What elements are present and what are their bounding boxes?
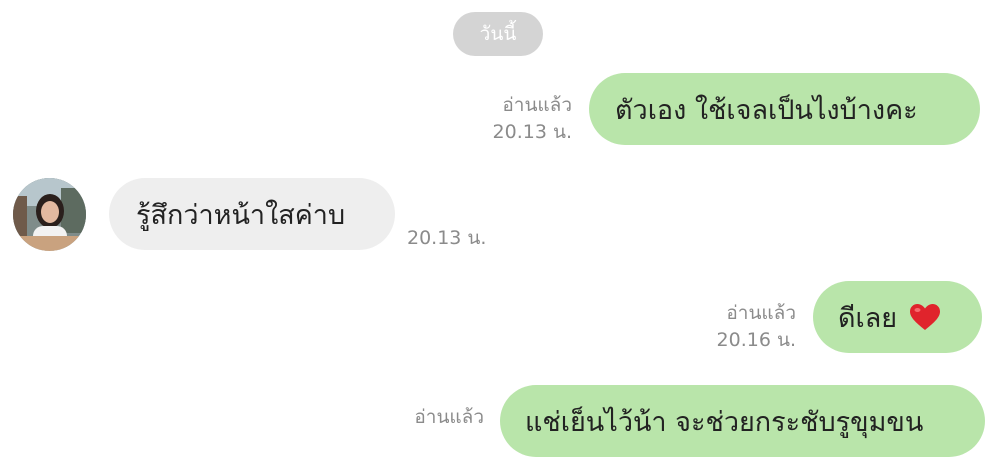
avatar-photo [13, 178, 86, 251]
message-meta: อ่านแล้ว 20.13 น. [482, 92, 572, 146]
message-time: 20.13 น. [407, 227, 487, 249]
read-receipt: อ่านแล้ว [502, 94, 572, 116]
message-meta: อ่านแล้ว 20.16 น. [706, 300, 796, 354]
outgoing-message[interactable]: ตัวเอง ใช้เจลเป็นไงบ้างคะ [589, 73, 980, 145]
message-time: 20.16 น. [716, 329, 796, 351]
message-text: รู้สึกว่าหน้าใสค่าบ [136, 199, 346, 231]
message-text: ตัวเอง ใช้เจลเป็นไงบ้างคะ [615, 94, 918, 126]
outgoing-message[interactable]: ดีเลย [813, 281, 982, 353]
heart-icon [910, 304, 941, 330]
read-receipt: อ่านแล้ว [726, 302, 796, 324]
read-receipt: อ่านแล้ว [414, 406, 484, 428]
message-text: ดีเลย [838, 302, 898, 334]
outgoing-message[interactable]: แช่เย็นไว้น้า จะช่วยกระชับรูขุมขน [500, 385, 985, 457]
message-text: แช่เย็นไว้น้า จะช่วยกระชับรูขุมขน [525, 406, 924, 438]
avatar[interactable] [13, 178, 86, 251]
date-divider: วันนี้ [453, 12, 543, 56]
message-time: 20.13 น. [492, 121, 572, 143]
incoming-message[interactable]: รู้สึกว่าหน้าใสค่าบ [109, 178, 395, 250]
